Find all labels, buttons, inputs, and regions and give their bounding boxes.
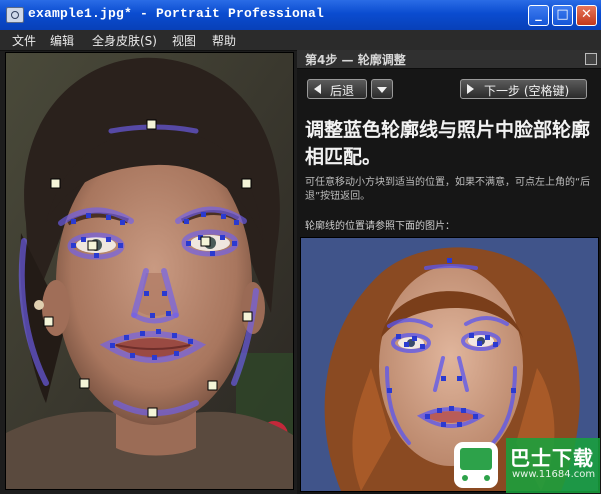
camera-icon[interactable]: [6, 7, 24, 23]
menu-file[interactable]: 文件: [12, 32, 36, 49]
face-photo: [6, 53, 293, 489]
next-button-label: 下一步 (空格键): [484, 84, 570, 98]
guide-panel: 第4步 — 轮廓调整 后退 下一步 (空格键) 调整蓝色轮廓线与照片中脸部轮廓相…: [297, 50, 601, 494]
next-button[interactable]: 下一步 (空格键): [460, 79, 587, 99]
step-title: 第4步 — 轮廓调整: [305, 53, 406, 67]
close-button[interactable]: ✕: [576, 5, 597, 26]
menu-bar: 文件 编辑 全身皮肤(S) 视图 帮助: [0, 30, 601, 51]
watermark-title: 巴士下载: [510, 446, 594, 470]
left-arrow-icon: [314, 84, 321, 94]
app-window: example1.jpg* - Portrait Professional _ …: [0, 0, 601, 494]
menu-help[interactable]: 帮助: [212, 32, 236, 49]
instruction-heading: 调整蓝色轮廓线与照片中脸部轮廓相匹配。: [305, 119, 591, 168]
instruction-text: 可任意移动小方块到适当的位置，如果不满意，可点左上角的“后退”按钮返回。: [305, 177, 591, 202]
title-bar[interactable]: example1.jpg* - Portrait Professional _ …: [0, 0, 601, 31]
photo-canvas[interactable]: [5, 52, 294, 490]
maximize-button[interactable]: □: [552, 5, 573, 26]
minimize-button[interactable]: _: [528, 5, 549, 26]
watermark-url: www.11684.com: [512, 469, 596, 480]
chevron-down-icon: [377, 87, 387, 93]
watermark: 巴士下载 www.11684.com: [450, 438, 600, 493]
reference-label: 轮廓线的位置请参照下面的图片：: [305, 221, 455, 232]
menu-edit[interactable]: 编辑: [50, 32, 74, 49]
panel-header: 第4步 — 轮廓调整: [297, 50, 601, 69]
right-arrow-icon: [467, 84, 474, 94]
back-button[interactable]: 后退: [307, 79, 367, 99]
menu-skin[interactable]: 全身皮肤(S): [92, 32, 157, 49]
restore-icon[interactable]: [585, 53, 597, 65]
window-title: example1.jpg* - Portrait Professional: [28, 6, 325, 21]
dropdown-button[interactable]: [371, 79, 393, 99]
back-button-label: 后退: [330, 84, 355, 98]
menu-view[interactable]: 视图: [172, 32, 196, 49]
